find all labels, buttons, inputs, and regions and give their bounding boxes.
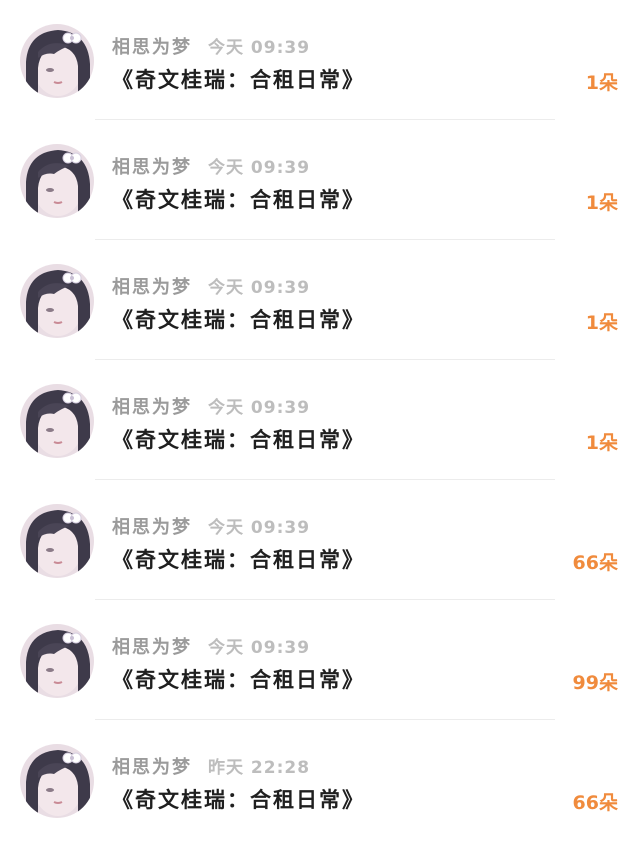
item-meta: 相思为梦 今天 09:39 [112, 513, 311, 538]
sender-name[interactable]: 相思为梦 [112, 517, 192, 538]
user-avatar-icon [20, 384, 94, 458]
avatar[interactable] [20, 744, 94, 818]
item-meta: 相思为梦 今天 09:39 [112, 33, 311, 58]
flower-count: 1朵 [585, 432, 618, 454]
item-meta: 相思为梦 今天 09:39 [112, 393, 311, 418]
item-meta: 相思为梦 今天 09:39 [112, 273, 311, 298]
book-title[interactable]: 《奇文桂瑞：合租日常》 [112, 184, 365, 214]
timestamp: 昨天 22:28 [208, 758, 311, 778]
item-meta: 相思为梦 今天 09:39 [112, 633, 311, 658]
book-title[interactable]: 《奇文桂瑞：合租日常》 [112, 424, 365, 454]
book-title[interactable]: 《奇文桂瑞：合租日常》 [112, 64, 365, 94]
flower-count: 66朵 [572, 552, 618, 574]
user-avatar-icon [20, 24, 94, 98]
user-avatar-icon [20, 744, 94, 818]
flower-count: 1朵 [585, 72, 618, 94]
list-item[interactable]: 相思为梦 今天 09:39 《奇文桂瑞：合租日常》 1朵 [0, 360, 640, 480]
flower-count: 66朵 [572, 792, 618, 814]
book-title[interactable]: 《奇文桂瑞：合租日常》 [112, 544, 365, 574]
timestamp: 今天 09:39 [208, 38, 311, 58]
sender-name[interactable]: 相思为梦 [112, 757, 192, 778]
sender-name[interactable]: 相思为梦 [112, 277, 192, 298]
user-avatar-icon [20, 624, 94, 698]
book-title[interactable]: 《奇文桂瑞：合租日常》 [112, 304, 365, 334]
sender-name[interactable]: 相思为梦 [112, 37, 192, 58]
flower-count: 1朵 [585, 312, 618, 334]
avatar[interactable] [20, 504, 94, 578]
list-item[interactable]: 相思为梦 今天 09:39 《奇文桂瑞：合租日常》 1朵 [0, 240, 640, 360]
sender-name[interactable]: 相思为梦 [112, 397, 192, 418]
avatar[interactable] [20, 624, 94, 698]
timestamp: 今天 09:39 [208, 158, 311, 178]
timestamp: 今天 09:39 [208, 398, 311, 418]
avatar[interactable] [20, 384, 94, 458]
flower-count: 99朵 [572, 672, 618, 694]
list-item[interactable]: 相思为梦 今天 09:39 《奇文桂瑞：合租日常》 99朵 [0, 600, 640, 720]
avatar[interactable] [20, 24, 94, 98]
user-avatar-icon [20, 264, 94, 338]
timestamp: 今天 09:39 [208, 638, 311, 658]
user-avatar-icon [20, 144, 94, 218]
book-title[interactable]: 《奇文桂瑞：合租日常》 [112, 664, 365, 694]
user-avatar-icon [20, 504, 94, 578]
timestamp: 今天 09:39 [208, 518, 311, 538]
item-meta: 相思为梦 今天 09:39 [112, 153, 311, 178]
avatar[interactable] [20, 264, 94, 338]
sender-name[interactable]: 相思为梦 [112, 637, 192, 658]
list-item[interactable]: 相思为梦 今天 09:39 《奇文桂瑞：合租日常》 1朵 [0, 120, 640, 240]
gift-record-list: 相思为梦 今天 09:39 《奇文桂瑞：合租日常》 1朵 相思为梦 今天 09:39… [0, 0, 640, 844]
list-item[interactable]: 相思为梦 昨天 22:28 《奇文桂瑞：合租日常》 66朵 [0, 720, 640, 840]
avatar[interactable] [20, 144, 94, 218]
flower-count: 1朵 [585, 192, 618, 214]
sender-name[interactable]: 相思为梦 [112, 157, 192, 178]
list-item[interactable]: 相思为梦 今天 09:39 《奇文桂瑞：合租日常》 66朵 [0, 480, 640, 600]
book-title[interactable]: 《奇文桂瑞：合租日常》 [112, 784, 365, 814]
item-meta: 相思为梦 昨天 22:28 [112, 753, 311, 778]
timestamp: 今天 09:39 [208, 278, 311, 298]
list-item[interactable]: 相思为梦 今天 09:39 《奇文桂瑞：合租日常》 1朵 [0, 0, 640, 120]
